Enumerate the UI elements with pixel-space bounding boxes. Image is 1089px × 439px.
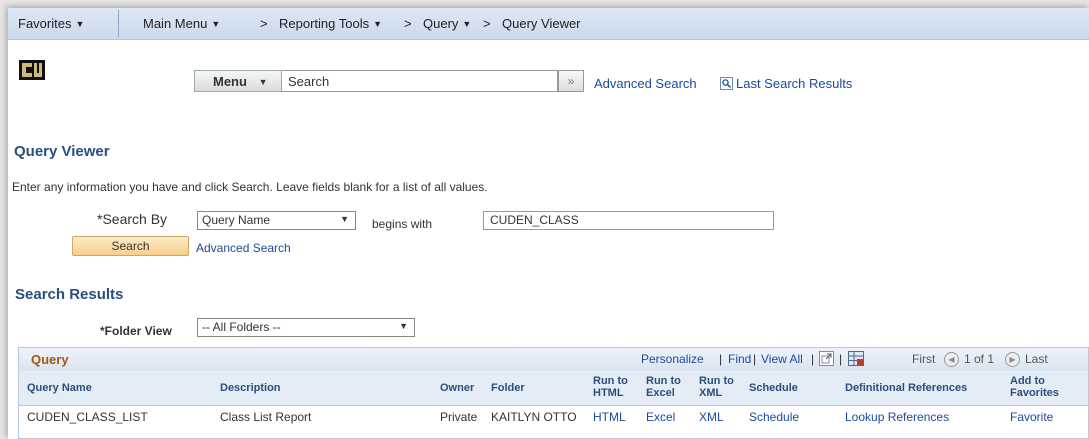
run-xml-link[interactable]: XML [699, 410, 724, 424]
chevron-down-icon: ▼ [258, 77, 268, 87]
lookup-references-link[interactable]: Lookup References [845, 410, 949, 424]
col-definitional-references: Definitional References [845, 382, 968, 394]
grid-title-bar: Query Personalize | Find | View All | | … [19, 348, 1088, 372]
col-query-name[interactable]: Query Name [27, 382, 92, 394]
search-by-select[interactable]: Query Name ▼ [197, 211, 356, 230]
instructions-text: Enter any information you have and click… [12, 180, 488, 194]
find-link[interactable]: Find [728, 352, 751, 366]
page-count: 1 of 1 [964, 352, 995, 366]
search-by-value: Query Name [202, 213, 271, 227]
last-label: Last [1025, 352, 1048, 366]
col-description[interactable]: Description [220, 382, 281, 394]
breadcrumb-reporting-tools[interactable]: Reporting Tools ▼ [279, 16, 382, 31]
chevron-down-icon: ▼ [75, 19, 85, 29]
chevron-down-icon: ▼ [340, 214, 349, 224]
favorites-menu[interactable]: Favorites ▼ [18, 16, 84, 31]
cell-description: Class List Report [220, 410, 312, 424]
search-results-title: Search Results [15, 286, 124, 303]
personalize-link[interactable]: Personalize [641, 352, 704, 366]
nav-divider [118, 10, 119, 37]
col-run-html-line1: Run to [593, 375, 628, 387]
menu-button[interactable]: Menu ▼ [194, 70, 282, 92]
last-search-results-link[interactable]: Last Search Results [720, 76, 852, 91]
next-icon: ▶ [1005, 352, 1020, 367]
first-label: First [912, 352, 936, 366]
breadcrumb-sep: > [404, 16, 412, 31]
grid-nav-sep: | [719, 352, 723, 366]
search-by-label: *Search By [97, 211, 168, 227]
header-advanced-search-link[interactable]: Advanced Search [594, 76, 697, 91]
zoom-icon[interactable] [819, 351, 834, 366]
search-button[interactable]: Search [72, 236, 189, 256]
last-search-results-label: Last Search Results [736, 76, 853, 91]
run-html-link[interactable]: HTML [593, 410, 626, 424]
schedule-link[interactable]: Schedule [749, 410, 799, 424]
grid-title: Query [31, 352, 69, 367]
col-add-to-favorites: Add to Favorites [1010, 375, 1059, 399]
results-grid: Query Personalize | Find | View All | | … [18, 347, 1089, 439]
cell-owner: Private [440, 410, 478, 424]
search-go-button[interactable]: » [558, 70, 584, 92]
main-menu-label: Main Menu [143, 16, 208, 31]
page-title: Query Viewer [14, 143, 110, 160]
view-all-link[interactable]: View All [761, 352, 803, 366]
chevron-down-icon: ▼ [462, 19, 472, 29]
favorite-link[interactable]: Favorite [1010, 410, 1053, 424]
col-run-excel: Run to Excel [646, 375, 681, 399]
col-add-fav-line2: Favorites [1010, 387, 1059, 399]
col-folder[interactable]: Folder [491, 382, 525, 394]
folder-view-value: -- All Folders -- [202, 320, 281, 334]
breadcrumb-sep: > [260, 16, 268, 31]
folder-view-select[interactable]: -- All Folders -- ▼ [197, 318, 415, 337]
query-name-input[interactable]: CUDEN_CLASS [483, 211, 774, 230]
folder-view-label: *Folder View [100, 324, 172, 338]
favorites-label: Favorites [18, 16, 72, 31]
col-run-xml: Run to XML [699, 375, 734, 399]
col-run-excel-line1: Run to [646, 375, 681, 387]
col-run-html-line2: HTML [593, 387, 624, 399]
grid-nav-sep: | [839, 352, 843, 366]
cell-query-name: CUDEN_CLASS_LIST [27, 410, 148, 424]
col-schedule: Schedule [749, 382, 798, 394]
col-run-excel-line2: Excel [646, 387, 675, 399]
chevron-down-icon: ▼ [399, 321, 408, 331]
breadcrumb-query-viewer[interactable]: Query Viewer [502, 16, 581, 31]
main-menu[interactable]: Main Menu ▼ [143, 16, 220, 31]
col-run-html: Run to HTML [593, 375, 628, 399]
run-excel-link[interactable]: Excel [646, 410, 675, 424]
breadcrumb-query[interactable]: Query ▼ [423, 16, 471, 31]
grid-nav-sep: | [753, 352, 757, 366]
chevron-down-icon: ▼ [211, 19, 221, 29]
table-row: CUDEN_CLASS_LIST Class List Report Priva… [19, 406, 1088, 428]
download-excel-icon[interactable] [848, 351, 864, 366]
grid-nav-sep: | [811, 352, 815, 366]
breadcrumb-sep: > [483, 16, 491, 31]
col-run-xml-line2: XML [699, 387, 723, 399]
breadcrumb-label: Query [423, 16, 459, 31]
menu-button-label: Menu [213, 74, 247, 89]
col-owner[interactable]: Owner [440, 382, 474, 394]
top-nav-bar: Favorites ▼ Main Menu ▼ > Reporting Tools ▼… [8, 8, 1089, 40]
app-window: Favorites ▼ Main Menu ▼ > Reporting Tools ▼… [8, 8, 1089, 439]
prev-icon: ◀ [944, 352, 959, 367]
chevron-down-icon: ▼ [373, 19, 383, 29]
advanced-search-link[interactable]: Advanced Search [196, 241, 291, 255]
breadcrumb-label: Reporting Tools [279, 16, 370, 31]
col-run-xml-line1: Run to [699, 375, 734, 387]
operator-label: begins with [372, 217, 433, 231]
logo-cu [19, 60, 45, 80]
col-add-fav-line1: Add to [1010, 375, 1045, 387]
grid-header-row: Query Name Description Owner Folder Run … [19, 371, 1088, 406]
magnifier-icon [720, 77, 733, 90]
cell-folder: KAITLYN OTTO [491, 410, 577, 424]
header-search-input[interactable] [282, 70, 558, 92]
